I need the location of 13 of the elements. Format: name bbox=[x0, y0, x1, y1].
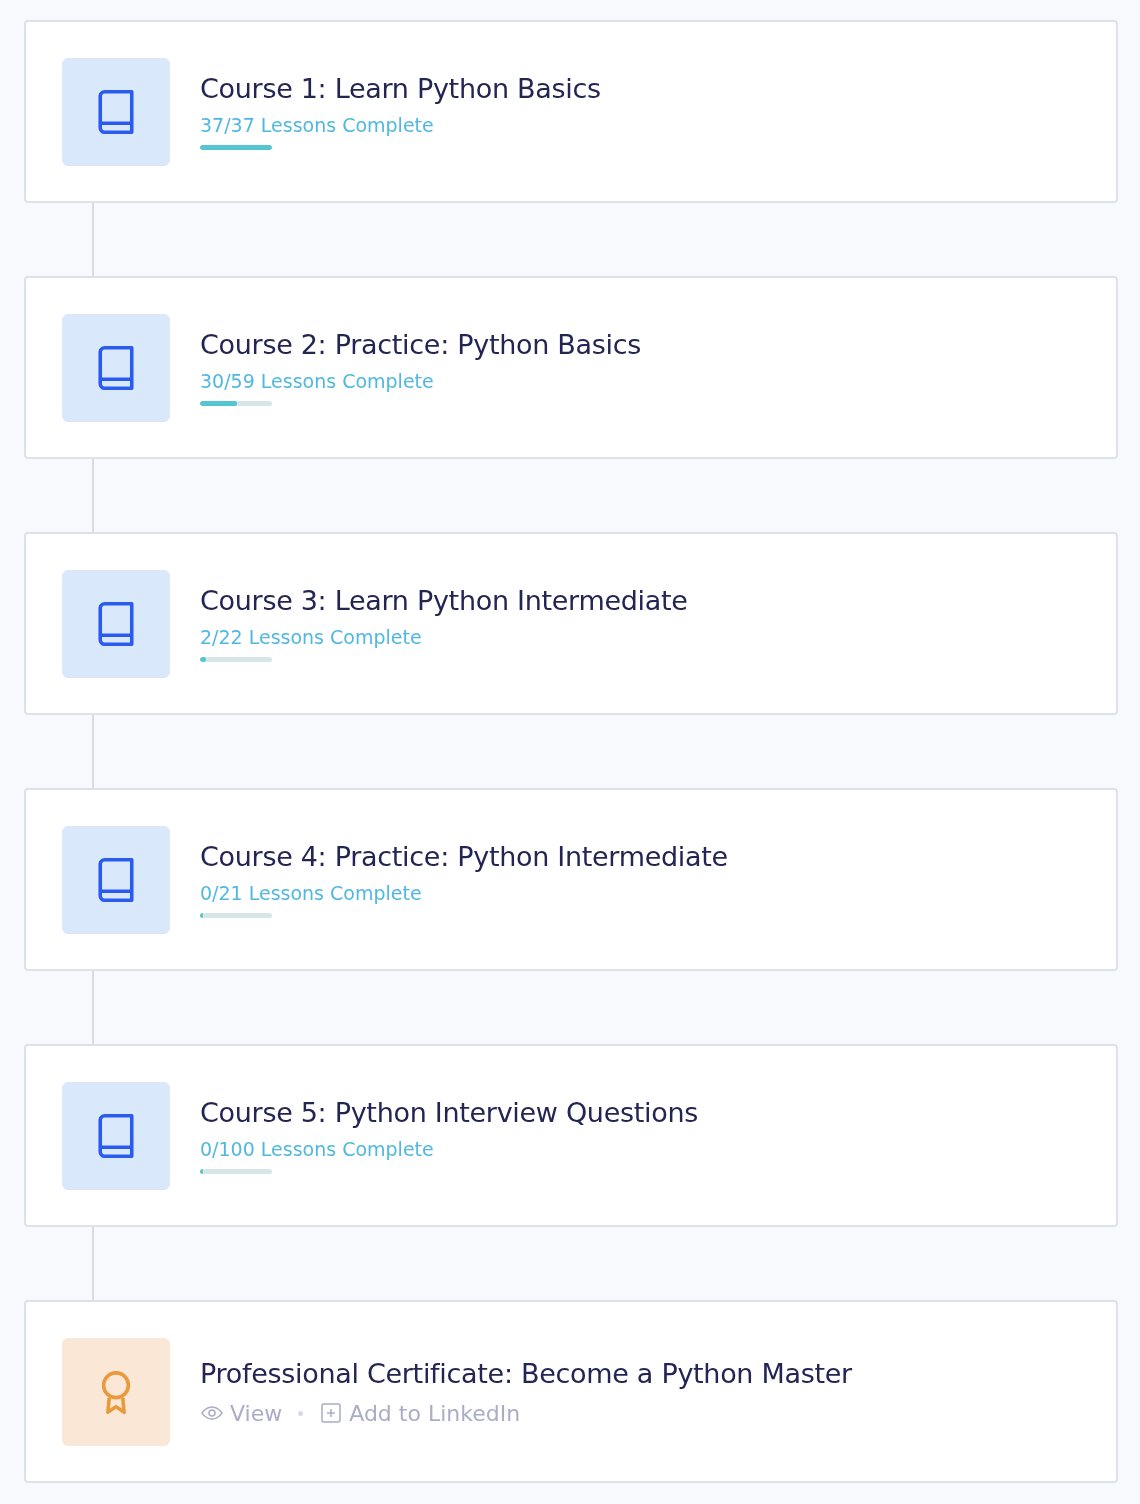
course-title[interactable]: Course 4: Practice: Python Intermediate bbox=[200, 841, 728, 872]
course-title[interactable]: Course 5: Python Interview Questions bbox=[200, 1097, 699, 1128]
progress-text: 0/100 Lessons Complete bbox=[200, 1138, 435, 1160]
progress-text: 37/37 Lessons Complete bbox=[200, 114, 435, 136]
progress-text: 2/22 Lessons Complete bbox=[200, 626, 423, 648]
course-title[interactable]: Course 3: Learn Python Intermediate bbox=[200, 585, 688, 616]
course-title[interactable]: Professional Certificate: Become a Python Master bbox=[200, 1357, 852, 1389]
separator-dot bbox=[298, 1410, 304, 1416]
plus-square-icon bbox=[319, 1401, 344, 1425]
course-title[interactable]: Course 1: Learn Python Basics bbox=[200, 73, 601, 104]
course-title[interactable]: Course 2: Practice: Python Basics bbox=[200, 329, 642, 360]
progress-text: 30/59 Lessons Complete bbox=[200, 370, 435, 392]
progress-text: 0/21 Lessons Complete bbox=[200, 882, 423, 904]
